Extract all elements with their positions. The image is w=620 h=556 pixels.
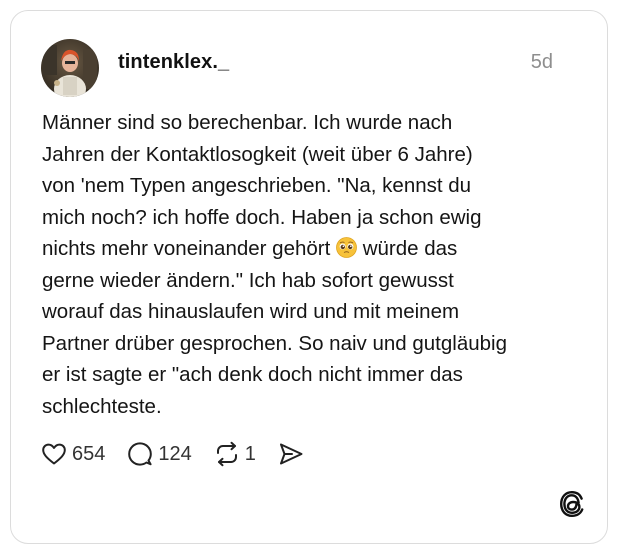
pleading-face-emoji: [336, 236, 357, 258]
share-button[interactable]: [278, 442, 304, 466]
comment-button[interactable]: 124: [127, 441, 192, 467]
comment-count: 124: [158, 442, 192, 465]
heart-icon: [41, 442, 67, 466]
post-timestamp: 5d: [530, 51, 553, 73]
action-bar: 654 124 1: [41, 441, 326, 467]
comment-bubble-icon: [127, 441, 153, 467]
repost-icon: [214, 441, 240, 467]
like-button[interactable]: 654: [41, 442, 105, 466]
repost-count: 1: [244, 442, 256, 465]
post-card: tintenklex._ 5d Männer sind so berechenb…: [10, 10, 608, 544]
like-count: 654: [72, 442, 106, 465]
repost-button[interactable]: 1: [214, 441, 256, 467]
send-icon: [278, 442, 304, 466]
threads-logo: [559, 490, 585, 518]
post-text-part2: würde das gerne wieder ändern." Ich hab …: [42, 237, 507, 418]
username[interactable]: tintenklex._: [118, 51, 229, 74]
avatar[interactable]: [41, 39, 99, 97]
post-body: Männer sind so berechenbar. Ich wurde na…: [42, 107, 572, 422]
